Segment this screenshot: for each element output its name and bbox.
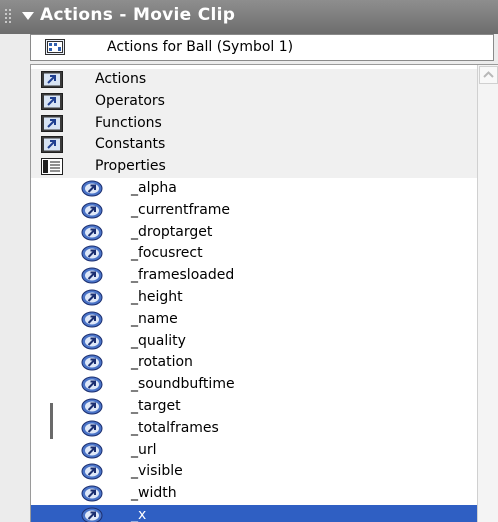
property-arrow-icon [81, 442, 103, 459]
property-label: _rotation [131, 354, 193, 371]
target-label: Actions for Ball (Symbol 1) [107, 39, 294, 55]
property-arrow-icon [81, 224, 103, 241]
property-label: _quality [131, 332, 186, 349]
property-arrow-icon [81, 289, 103, 306]
property-label: _totalframes [131, 419, 219, 436]
category-label: Operators [95, 92, 165, 109]
property-label: _droptarget [131, 223, 213, 240]
property-item[interactable]: _totalframes [31, 418, 477, 440]
property-item[interactable]: _height [31, 287, 477, 309]
property-arrow-icon [81, 485, 103, 502]
category-label: Actions [95, 71, 147, 87]
property-label: _url [131, 441, 157, 458]
property-arrow-icon [81, 354, 103, 371]
panel-left-margin [0, 64, 30, 522]
property-item[interactable]: _focusrect [31, 243, 477, 265]
actions-toolbox-list[interactable]: Actions Operators Functions Constants Pr… [30, 64, 498, 522]
category-properties[interactable]: Properties [31, 156, 477, 179]
scrollbar-thumb[interactable] [50, 403, 53, 439]
target-header: Actions for Ball (Symbol 1) [0, 34, 498, 64]
property-label: _focusrect [131, 245, 203, 262]
book-arrow-icon [41, 71, 63, 88]
property-item[interactable]: _name [31, 309, 477, 331]
property-item[interactable]: _soundbuftime [31, 374, 477, 396]
property-arrow-icon [81, 267, 103, 284]
property-label: _visible [131, 463, 183, 480]
property-item[interactable]: _quality [31, 331, 477, 353]
property-label: _width [131, 485, 177, 502]
property-item[interactable]: _target [31, 396, 477, 418]
property-item[interactable]: _currentframe [31, 200, 477, 222]
property-label: _height [131, 289, 183, 305]
property-item[interactable]: _rotation [31, 352, 477, 374]
category-actions[interactable]: Actions [31, 69, 477, 91]
property-arrow-icon [81, 311, 103, 328]
category-label: Functions [95, 114, 162, 131]
property-arrow-icon [81, 202, 103, 219]
category-operators[interactable]: Operators [31, 90, 477, 113]
property-arrow-icon [81, 376, 103, 393]
category-constants[interactable]: Constants [31, 134, 477, 157]
property-arrow-icon [81, 180, 103, 197]
property-item[interactable]: _visible [31, 461, 477, 483]
category-label: Constants [95, 136, 166, 153]
property-arrow-icon [81, 420, 103, 437]
book-arrow-icon [41, 136, 63, 154]
property-label: _x [131, 507, 147, 522]
vertical-scrollbar[interactable] [477, 65, 498, 522]
chevron-up-icon [483, 71, 494, 78]
property-label: _currentframe [131, 201, 231, 218]
target-selector[interactable]: Actions for Ball (Symbol 1) [30, 34, 494, 61]
movie-clip-symbol-icon [45, 39, 65, 55]
property-item[interactable]: _x [31, 505, 477, 522]
property-arrow-icon [81, 333, 103, 350]
collapse-arrow-icon[interactable] [22, 11, 34, 21]
property-label: _soundbuftime [131, 376, 235, 393]
book-arrow-icon [41, 92, 63, 110]
category-label: Properties [95, 158, 166, 175]
panel-title: Actions - Movie Clip [40, 5, 236, 25]
property-arrow-icon [81, 245, 103, 262]
property-item[interactable]: _alpha [31, 178, 477, 200]
scroll-up-button[interactable] [479, 66, 498, 84]
book-arrow-icon [41, 114, 63, 132]
property-item[interactable]: _framesloaded [31, 265, 477, 287]
property-item[interactable]: _url [31, 440, 477, 462]
property-item[interactable]: _droptarget [31, 222, 477, 244]
drag-grip-icon[interactable] [5, 9, 13, 27]
property-label: _alpha [131, 180, 177, 196]
property-item[interactable]: _width [31, 483, 477, 505]
property-label: _framesloaded [131, 267, 235, 284]
panel-title-bar[interactable]: Actions - Movie Clip [0, 0, 498, 35]
property-arrow-icon [81, 507, 103, 522]
property-label: _target [131, 398, 181, 414]
property-label: _name [131, 310, 178, 327]
category-functions[interactable]: Functions [31, 112, 477, 135]
open-book-icon [41, 158, 63, 176]
property-arrow-icon [81, 398, 103, 415]
property-arrow-icon [81, 463, 103, 480]
